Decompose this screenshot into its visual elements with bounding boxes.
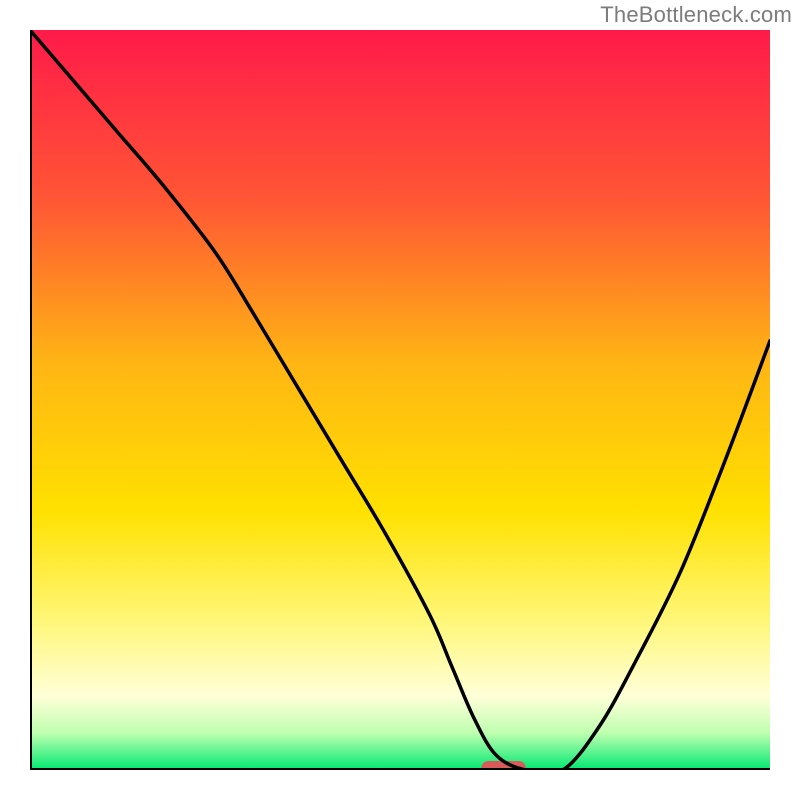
chart-svg bbox=[30, 30, 770, 770]
chart-container: TheBottleneck.com bbox=[0, 0, 800, 800]
watermark-text: TheBottleneck.com bbox=[600, 2, 792, 28]
chart-background bbox=[30, 30, 770, 770]
chart-plot bbox=[30, 30, 770, 770]
